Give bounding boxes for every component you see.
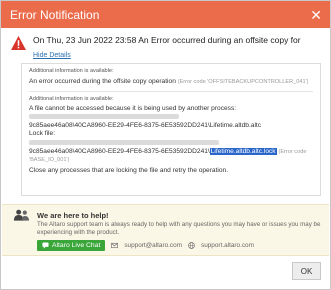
ok-button[interactable]: OK [292,262,321,280]
info-label: Additional information is available: [29,68,114,74]
window-title: Error Notification [10,7,100,22]
divider [29,90,313,92]
close-processes-text: Close any processes that are locking the… [29,166,229,174]
error-operation-line: An error occurred during the offsite cop… [29,78,313,87]
live-chat-label: Altaro Live Chat [52,242,101,249]
chat-icon [42,242,49,249]
info-label: Additional information is available: [29,95,114,102]
error-code: 'BASE_IO_001') [29,157,70,164]
warning-triangle-icon [11,36,26,50]
support-email-link[interactable]: support@altaro.com [124,242,182,249]
help-panel: We are here to help! The Altaro support … [2,204,329,256]
footer: OK [1,254,330,289]
globe-icon [188,242,195,249]
error-notification-dialog: Error Notification ✕ On Thu, 23 Jun 2022… [0,0,331,290]
details-panel: Additional information is available: An … [21,63,321,196]
redacted-path [29,113,313,122]
lock-file-highlight: Lifetime.altdb.altc.lock [209,147,277,155]
error-headline: On Thu, 23 Jun 2022 23:58 An Error occur… [33,35,301,45]
close-icon[interactable]: ✕ [310,8,322,22]
people-icon [13,209,30,221]
help-title: We are here to help! [37,210,109,220]
file-path-line: 9c85aee46a08\40CA8960-EE29-4FE6-8375-6E5… [29,121,262,129]
live-chat-button[interactable]: Altaro Live Chat [37,240,106,251]
lock-path-prefix: 9c85aee46a08\40CA8960-EE29-4FE6-8375-6E5… [29,147,210,155]
support-site-link[interactable]: support.altaro.com [201,242,254,249]
lock-file-label: Lock file: [29,130,56,138]
error-code: (Error code 'OFFSITEBACKUPCONTROLLER_041… [177,79,309,85]
hide-details-link[interactable]: Hide Details [1,50,330,59]
redacted-path [29,139,313,148]
error-code: (Error code [278,148,307,155]
title-bar: Error Notification ✕ [1,1,330,28]
lock-file-path-line: 9c85aee46a08\40CA8960-EE29-4FE6-8375-6E5… [29,147,313,157]
email-icon [111,242,119,249]
error-operation-text: An error occurred during the offsite cop… [29,78,176,85]
help-text: The Altaro support team is always ready … [37,221,321,236]
cannot-access-text: A file cannot be accessed because it is … [29,104,237,112]
error-header: On Thu, 23 Jun 2022 23:58 An Error occur… [1,28,330,50]
